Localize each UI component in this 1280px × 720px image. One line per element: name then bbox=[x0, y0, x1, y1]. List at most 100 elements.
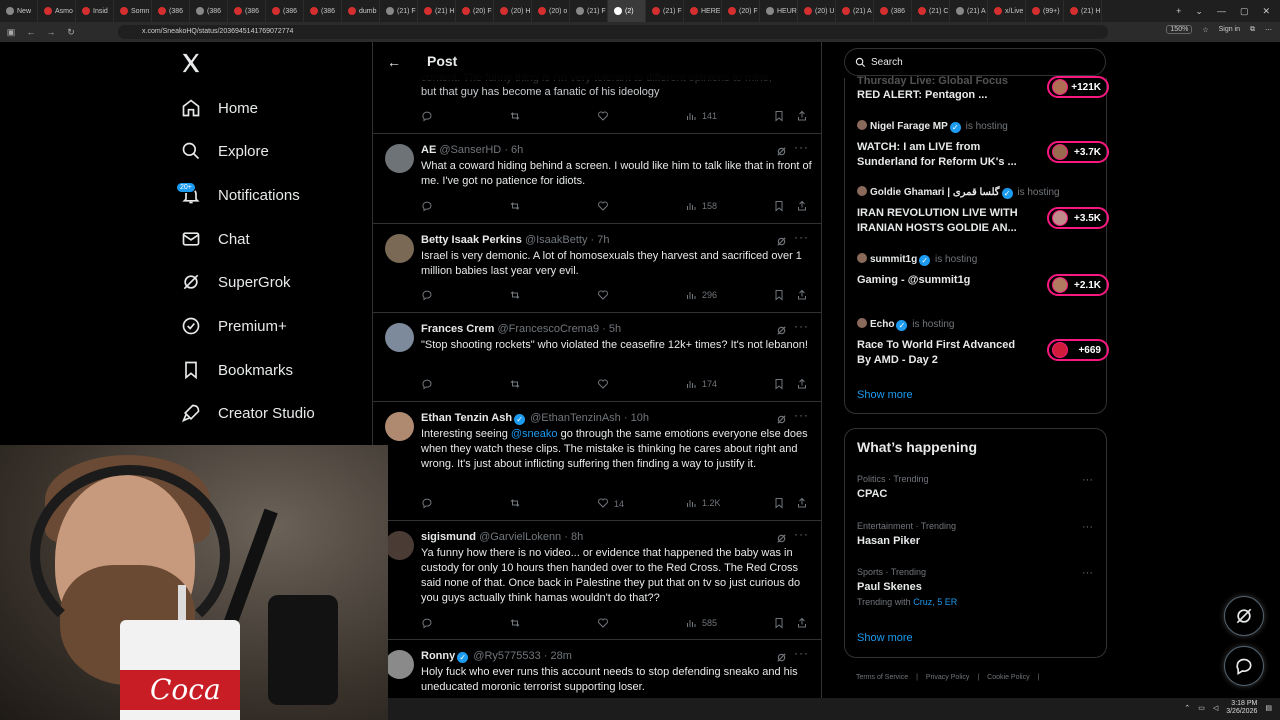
reply-icon[interactable] bbox=[421, 378, 433, 390]
like-button[interactable] bbox=[597, 378, 614, 392]
repost-icon[interactable] bbox=[509, 617, 521, 629]
x-logo-icon[interactable] bbox=[180, 52, 202, 74]
share-icon[interactable] bbox=[796, 378, 808, 390]
author-handle[interactable]: @IsaakBetty bbox=[525, 234, 588, 246]
author-handle[interactable]: @FrancescoCrema9 bbox=[497, 323, 599, 335]
sign-in-button[interactable]: Sign in bbox=[1219, 26, 1240, 33]
notification-center-icon[interactable]: ▤ bbox=[1265, 704, 1272, 712]
messages-floating-button[interactable] bbox=[1224, 646, 1264, 686]
browser-tab[interactable]: HERE bbox=[684, 0, 722, 22]
nav-chat[interactable]: Chat bbox=[180, 228, 250, 250]
live-show-more-link[interactable]: Show more bbox=[857, 389, 913, 401]
bookmark-action-icon[interactable] bbox=[773, 617, 785, 629]
author-name[interactable]: AE bbox=[421, 144, 436, 156]
browser-tab[interactable]: x/Live bbox=[988, 0, 1026, 22]
search-input[interactable]: Search bbox=[844, 48, 1106, 76]
more-options-icon[interactable]: ··· bbox=[1082, 521, 1093, 533]
avatar[interactable] bbox=[385, 531, 414, 560]
live-listener-pill[interactable]: +669 bbox=[1047, 339, 1109, 361]
like-button[interactable] bbox=[597, 200, 614, 214]
minimize-icon[interactable]: — bbox=[1217, 6, 1226, 16]
reply-icon[interactable] bbox=[421, 200, 433, 212]
reply-icon[interactable] bbox=[421, 289, 433, 301]
views-stat[interactable]: 296 bbox=[685, 289, 717, 301]
bookmark-action-icon[interactable] bbox=[773, 497, 785, 509]
forward-nav-icon[interactable]: → bbox=[44, 27, 58, 37]
post-time[interactable]: 5h bbox=[609, 323, 621, 335]
footer-link[interactable]: Privacy Policy bbox=[926, 674, 970, 681]
more-options-icon[interactable]: ··· bbox=[794, 319, 809, 333]
author-name[interactable]: Ronny bbox=[421, 650, 455, 662]
browser-tab[interactable]: (21) A bbox=[836, 0, 874, 22]
author-handle[interactable]: @SanserHD bbox=[439, 144, 501, 156]
volume-icon[interactable]: ◁ bbox=[1213, 704, 1218, 712]
browser-tab[interactable]: New bbox=[0, 0, 38, 22]
new-tab-button[interactable]: + bbox=[1176, 6, 1181, 16]
trend-item[interactable]: Politics · Trending CPAC ··· bbox=[857, 474, 1097, 500]
like-button[interactable]: 14 bbox=[597, 497, 624, 511]
browser-tab[interactable]: (21) H bbox=[418, 0, 456, 22]
reply-icon[interactable] bbox=[421, 617, 433, 629]
browser-tab[interactable]: (21) C bbox=[912, 0, 950, 22]
share-icon[interactable] bbox=[796, 617, 808, 629]
like-button[interactable] bbox=[597, 617, 614, 631]
nav-bookmarks[interactable]: Bookmarks bbox=[180, 359, 293, 381]
grok-explain-icon[interactable] bbox=[776, 234, 787, 246]
taskbar-clock[interactable]: 3:18 PM 3/26/2026 bbox=[1226, 700, 1257, 716]
settings-icon[interactable]: ⋯ bbox=[1265, 26, 1272, 34]
post-time[interactable]: 6h bbox=[511, 144, 523, 156]
browser-tab[interactable]: (21) F bbox=[570, 0, 608, 22]
zoom-indicator[interactable]: 150% bbox=[1166, 25, 1193, 34]
avatar[interactable] bbox=[385, 412, 414, 441]
bookmark-action-icon[interactable] bbox=[773, 110, 785, 122]
browser-tab[interactable]: (20) U bbox=[798, 0, 836, 22]
more-options-icon[interactable]: ··· bbox=[794, 140, 809, 154]
nav-explore[interactable]: Explore bbox=[180, 140, 269, 162]
repost-icon[interactable] bbox=[509, 497, 521, 509]
browser-tab[interactable]: (2) bbox=[608, 0, 646, 22]
browser-tab[interactable]: (21) H bbox=[1064, 0, 1102, 22]
trends-show-more-link[interactable]: Show more bbox=[857, 632, 913, 644]
more-options-icon[interactable]: ··· bbox=[794, 230, 809, 244]
browser-tab[interactable]: dumb bbox=[342, 0, 380, 22]
more-options-icon[interactable]: ··· bbox=[794, 527, 809, 541]
back-arrow-icon[interactable]: ← bbox=[387, 54, 401, 70]
post-time[interactable]: 7h bbox=[597, 234, 609, 246]
views-stat[interactable]: 585 bbox=[685, 617, 717, 629]
reply-icon[interactable] bbox=[421, 110, 433, 122]
share-icon[interactable] bbox=[796, 497, 808, 509]
sidebar-toggle-icon[interactable]: ▣ bbox=[4, 27, 18, 38]
browser-tab[interactable]: (20) F bbox=[456, 0, 494, 22]
reply-tweet[interactable]: Frances Crem @FrancescoCrema9 · 5h ··· "St… bbox=[373, 313, 821, 402]
browser-tab[interactable]: (386 bbox=[228, 0, 266, 22]
favorite-star-icon[interactable]: ☆ bbox=[1202, 26, 1208, 34]
browser-tab[interactable]: (386 bbox=[874, 0, 912, 22]
trend-related-link[interactable]: Cruz, 5 ER bbox=[913, 597, 957, 607]
footer-link[interactable]: Cookie Policy bbox=[987, 674, 1029, 681]
live-listener-pill[interactable]: +3.7K bbox=[1047, 141, 1109, 163]
network-icon[interactable]: ▭ bbox=[1198, 704, 1205, 712]
like-icon[interactable] bbox=[597, 110, 609, 122]
back-nav-icon[interactable]: ← bbox=[24, 27, 38, 37]
reply-tweet[interactable]: Betty Isaak Perkins @IsaakBetty · 7h ··· I… bbox=[373, 224, 821, 313]
live-listener-pill[interactable]: +121K bbox=[1047, 76, 1109, 98]
url-field[interactable]: x.com/SneakoHQ/status/203694514176907277… bbox=[118, 25, 1108, 39]
nav-home[interactable]: Home bbox=[180, 97, 258, 119]
browser-tab[interactable]: Somn bbox=[114, 0, 152, 22]
tray-chevron-icon[interactable]: ⌃ bbox=[1184, 704, 1190, 712]
author-name[interactable]: Frances Crem bbox=[421, 323, 494, 335]
author-handle[interactable]: @Ry5775533 bbox=[473, 650, 540, 662]
views-stat[interactable]: 1.2K bbox=[685, 497, 721, 509]
avatar[interactable] bbox=[385, 323, 414, 352]
bookmark-action-icon[interactable] bbox=[773, 289, 785, 301]
author-handle[interactable]: @EthanTenzinAsh bbox=[530, 412, 621, 424]
tab-list-icon[interactable]: ⌄ bbox=[1195, 6, 1203, 17]
close-window-icon[interactable]: ✕ bbox=[1262, 6, 1270, 17]
repost-icon[interactable] bbox=[509, 110, 521, 122]
author-name[interactable]: Betty Isaak Perkins bbox=[421, 234, 522, 246]
extensions-icon[interactable]: ⧉ bbox=[1250, 26, 1255, 34]
trend-item[interactable]: Sports · Trending Paul Skenes Trending wit… bbox=[857, 567, 1097, 607]
views-stat[interactable]: 174 bbox=[685, 378, 717, 390]
bookmark-action-icon[interactable] bbox=[773, 200, 785, 212]
avatar[interactable] bbox=[385, 144, 414, 173]
